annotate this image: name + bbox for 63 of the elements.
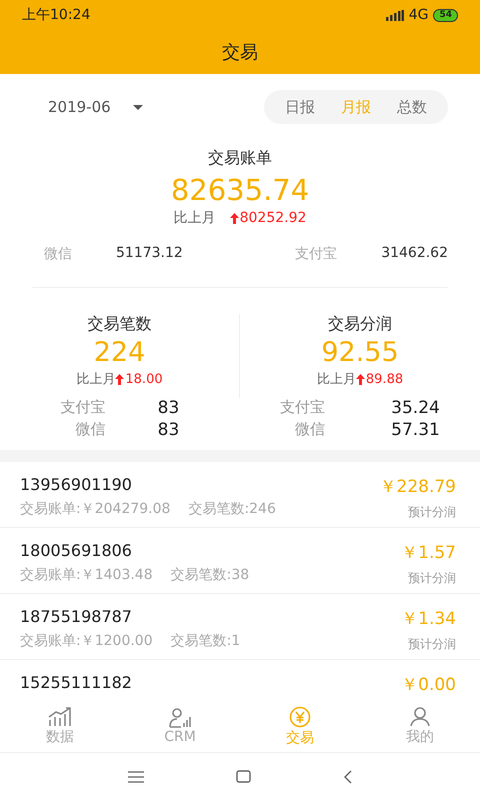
back-icon: [343, 770, 352, 784]
person-icon: [409, 706, 431, 726]
stat-value: 224: [92, 337, 146, 368]
channel-label: 微信: [294, 420, 326, 440]
square-icon: [236, 770, 251, 783]
tab-bar-item[interactable]: CRM: [120, 700, 240, 752]
profit-amount: ￥228.79: [380, 476, 456, 498]
transaction-count: 交易笔数:38: [170, 566, 250, 584]
stat-title: 交易分润: [327, 314, 393, 335]
channel-label: 支付宝: [295, 245, 338, 263]
channel-label: 微信: [44, 245, 72, 263]
phone-number: 18005691806: [20, 541, 133, 560]
tab-bar-item[interactable]: 我的: [360, 700, 480, 752]
bill-amount: 交易账单:￥1403.48: [20, 566, 153, 584]
up-arrow-icon: [356, 374, 365, 384]
tab-bar-item[interactable]: 数据: [0, 700, 120, 752]
channel-amount: 31462.62: [381, 245, 448, 263]
bill-amount: 交易账单:￥1200.00: [20, 632, 153, 650]
profit-amount: ￥1.34: [401, 608, 456, 630]
dropdown-caret-icon: [132, 104, 143, 110]
channel-label: 支付宝: [60, 398, 106, 418]
up-arrow-icon: [230, 212, 239, 224]
change-value: 18.00: [125, 372, 163, 386]
change-value: 80252.92: [240, 210, 306, 226]
status-time: 上午10:24: [22, 6, 90, 24]
bill-amount: 交易账单:￥204279.08: [20, 500, 170, 518]
profit-amount: ￥0.00: [401, 674, 456, 696]
change-value: 89.88: [366, 372, 404, 386]
channel-label: 支付宝: [280, 398, 326, 418]
profit-label: 预计分润: [407, 636, 456, 653]
stat-title: 交易笔数: [86, 314, 152, 335]
menu-icon: [128, 770, 144, 782]
up-arrow-icon: [115, 374, 124, 384]
person-chart-icon: [168, 708, 192, 728]
profit-amount: ￥1.57: [401, 542, 456, 564]
yen-coin-icon: [289, 706, 311, 728]
compare-label: 比上月: [174, 209, 216, 227]
bill-total: 82635.74: [170, 173, 310, 207]
compare-label: 比上月: [76, 371, 116, 388]
compare-label: 比上月: [316, 371, 356, 388]
transaction-count: 交易笔数:246: [188, 500, 276, 518]
bar-chart-icon: [48, 706, 72, 726]
network-label: 4G: [408, 7, 428, 23]
channel-amount: 83: [158, 398, 180, 418]
phone-number: 15255111182: [20, 673, 132, 692]
profit-label: 预计分润: [407, 570, 456, 587]
channel-amount: 51173.12: [116, 245, 183, 263]
bill-title: 交易账单: [207, 148, 273, 169]
channel-amount: 35.24: [391, 398, 440, 418]
channel-amount: 57.31: [391, 420, 440, 440]
month-selector[interactable]: 2019-06: [48, 98, 143, 116]
period-tab[interactable]: 总数: [384, 90, 440, 124]
battery-level: 54: [433, 8, 458, 22]
profit-label: 预计分润: [407, 504, 456, 521]
phone-number: 13956901190: [20, 475, 133, 494]
stat-value: 92.55: [320, 337, 400, 368]
page-title: 交易: [221, 41, 259, 65]
channel-amount: 83: [158, 420, 180, 440]
phone-number: 18755198787: [20, 607, 133, 626]
period-tab[interactable]: 日报: [272, 90, 328, 124]
signal-icon: [386, 10, 404, 20]
channel-label: 微信: [74, 420, 106, 440]
transaction-count: 交易笔数:1: [170, 632, 240, 650]
